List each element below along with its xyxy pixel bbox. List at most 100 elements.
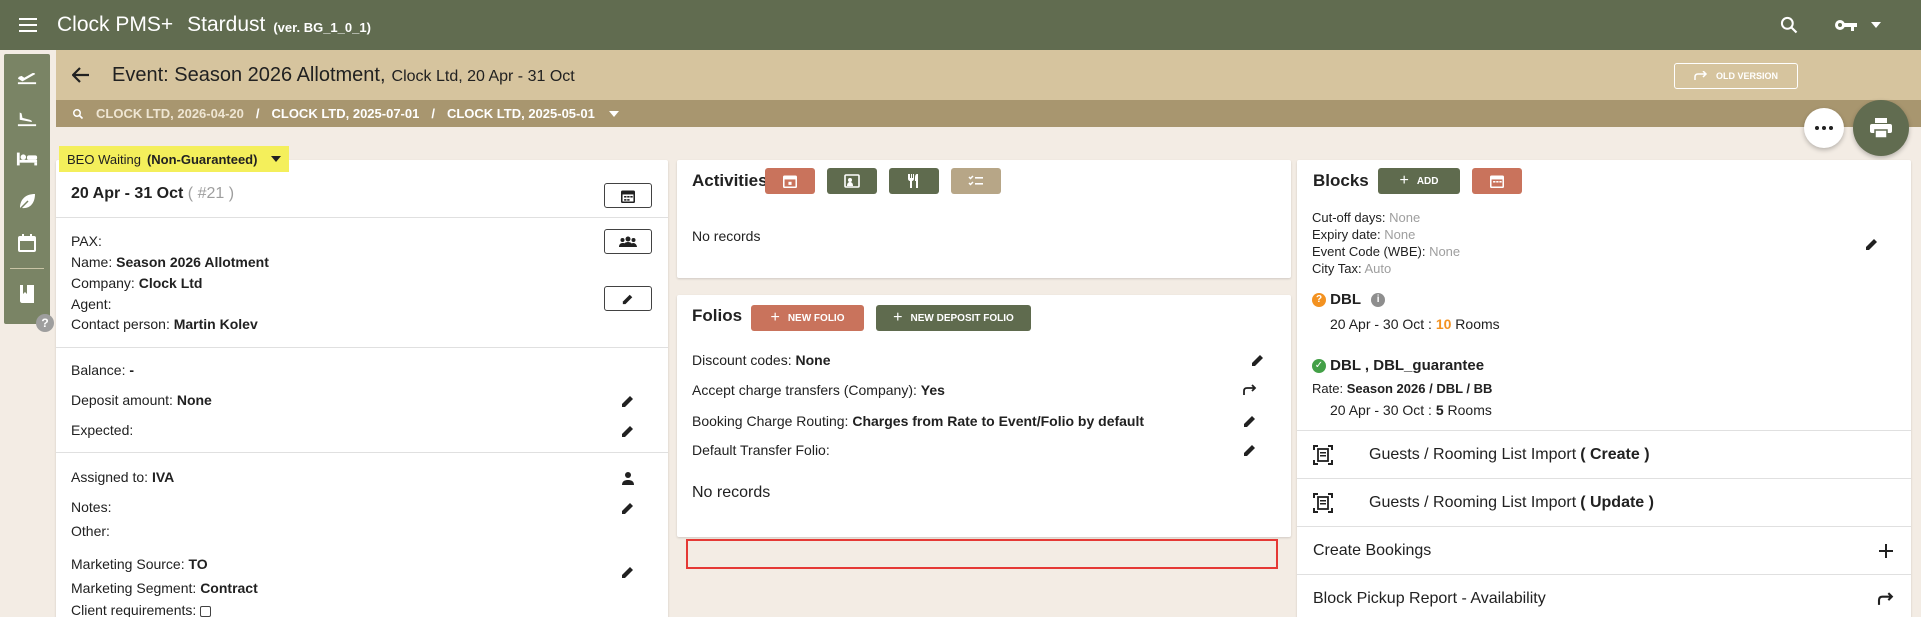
balance-label: Balance: (71, 362, 126, 378)
name-row: Name: Season 2026 Allotment (71, 252, 269, 272)
pencil-icon[interactable] (1249, 351, 1267, 369)
back-arrow-icon[interactable] (56, 67, 106, 83)
calendar-icon[interactable] (4, 222, 50, 264)
new-folio-button[interactable]: + NEW FOLIO (751, 305, 864, 331)
departure-icon[interactable] (4, 54, 50, 96)
assigned-row: Assigned to: IVA (71, 467, 174, 487)
info-icon[interactable]: i (1371, 293, 1386, 308)
rooming-import-create[interactable]: Guests / Rooming List Import ( Create ) (1297, 430, 1911, 478)
marketing-source-row: Marketing Source: TO (71, 554, 208, 574)
book-icon[interactable] (4, 273, 50, 315)
search-icon[interactable] (72, 108, 84, 120)
client-requirements-checkbox[interactable] (200, 605, 212, 617)
discount-value: None (795, 352, 831, 368)
arrival-icon[interactable] (4, 96, 50, 138)
rooming-import-update[interactable]: Guests / Rooming List Import ( Update ) (1297, 478, 1911, 526)
forward-icon[interactable] (1241, 381, 1259, 399)
pencil-icon[interactable] (619, 422, 637, 440)
company-value[interactable]: Clock Ltd (139, 275, 203, 291)
pax-label: PAX: (71, 233, 102, 249)
pencil-icon[interactable] (1241, 412, 1259, 430)
add-activity-checklist-button[interactable] (951, 168, 1001, 194)
forward-icon[interactable] (1877, 591, 1895, 606)
key-icon[interactable] (1831, 3, 1861, 47)
expiry-value: None (1384, 227, 1416, 242)
agent-label: Agent: (71, 296, 112, 312)
question-icon: ? (1312, 293, 1326, 308)
bed-icon[interactable] (4, 138, 50, 180)
block-dbl-guarantee[interactable]: ✓ DBL , DBL_guarantee (1312, 356, 1484, 376)
rate-label: Rate: (1312, 381, 1344, 396)
edit-details-button[interactable] (604, 286, 652, 311)
expected-label: Expected: (71, 422, 134, 438)
event-code-value: None (1429, 244, 1461, 259)
plus-icon[interactable] (1879, 543, 1893, 558)
person-icon[interactable] (619, 469, 637, 487)
add-block-button[interactable]: + ADD (1378, 168, 1460, 194)
divider (56, 217, 668, 218)
cutoff-row: Cut-off days: None (1312, 209, 1420, 226)
pencil-icon[interactable] (619, 392, 637, 410)
folios-title: Folios (692, 306, 743, 325)
city-tax-row: City Tax: Auto (1312, 260, 1391, 277)
leaf-icon[interactable] (4, 180, 50, 222)
block-dbl-guarantee-dates: 20 Apr - 30 Oct : (1330, 402, 1432, 418)
more-options-button[interactable] (1804, 108, 1844, 148)
blocks-card: Blocks + ADD Cut-off days: None Expiry d… (1297, 160, 1911, 617)
block-dbl-rooms: 10 (1435, 316, 1452, 332)
groups-button[interactable] (604, 229, 652, 254)
breadcrumb-item[interactable]: CLOCK LTD, 2025-07-01 (271, 106, 419, 121)
deposit-label: Deposit amount: (71, 392, 173, 408)
create-bookings-row[interactable]: Create Bookings (1297, 526, 1911, 574)
add-activity-calendar-button[interactable] (765, 168, 815, 194)
app-brand: Clock PMS+ (57, 13, 174, 36)
chevron-down-icon[interactable] (271, 156, 282, 162)
print-button[interactable] (1853, 100, 1909, 156)
assigned-label: Assigned to: (71, 469, 149, 485)
default-transfer-label: Default Transfer Folio: (692, 442, 830, 458)
plus-icon: + (893, 309, 903, 326)
breadcrumb-item[interactable]: CLOCK LTD, 2025-05-01 (447, 106, 595, 121)
property-name[interactable]: Stardust (187, 13, 265, 37)
breadcrumb-separator: / (255, 106, 260, 121)
charge-routing-highlight (686, 539, 1278, 569)
expiry-label: Expiry date: (1312, 227, 1381, 242)
name-value: Season 2026 Allotment (116, 254, 269, 270)
new-deposit-folio-button[interactable]: + NEW DEPOSIT FOLIO (876, 305, 1031, 331)
pencil-icon[interactable] (619, 499, 637, 517)
event-subtitle: Clock Ltd, 20 Apr - 31 Oct (391, 67, 575, 85)
old-version-button[interactable]: OLD VERSION (1674, 63, 1798, 89)
pencil-icon[interactable] (619, 563, 637, 581)
pickup-report-row[interactable]: Block Pickup Report - Availability (1297, 574, 1911, 617)
contact-value[interactable]: Martin Kolev (174, 316, 258, 332)
chevron-down-icon[interactable] (1861, 3, 1891, 47)
new-deposit-folio-label: NEW DEPOSIT FOLIO (910, 312, 1014, 324)
block-dbl-dates-row: 20 Apr - 30 Oct : 10 Rooms (1330, 314, 1500, 334)
city-tax-value: Auto (1364, 261, 1392, 276)
add-activity-restaurant-button[interactable] (889, 168, 939, 194)
blocks-calendar-button[interactable] (1472, 168, 1522, 194)
add-activity-room-button[interactable] (827, 168, 877, 194)
blocks-title: Blocks (1313, 171, 1369, 190)
pencil-icon[interactable] (1863, 235, 1881, 253)
plus-icon: + (1399, 172, 1409, 189)
breadcrumb-item[interactable]: CLOCK LTD, 2026-04-20 (96, 106, 244, 121)
event-details-card: 20 Apr - 31 Oct ( #21 ) PAX: Name: Seaso… (56, 160, 668, 617)
balance-row: Balance: - (71, 360, 134, 380)
search-icon[interactable] (1767, 3, 1811, 47)
calendar-button[interactable] (604, 183, 652, 208)
top-app-bar: Clock PMS+ Stardust (ver. BG_1_0_1) (0, 0, 1921, 50)
print-icon (1870, 118, 1892, 138)
document-scan-icon (1313, 444, 1341, 465)
menu-icon[interactable] (0, 0, 56, 50)
help-icon[interactable]: ? (36, 314, 54, 332)
chevron-down-icon[interactable] (608, 110, 619, 117)
check-circle-icon: ✓ (1312, 359, 1326, 374)
status-badge[interactable]: BEO Waiting (Non-Guaranteed) (59, 146, 290, 172)
groups-icon (619, 236, 637, 247)
pencil-icon[interactable] (1241, 441, 1259, 459)
rooms-label: Rooms (1455, 316, 1500, 332)
block-dbl-guarantee-rooms: 5 (1435, 402, 1444, 418)
block-dbl[interactable]: ? DBL i (1312, 290, 1386, 310)
block-dbl-guarantee-name: DBL , DBL_guarantee (1330, 357, 1485, 374)
